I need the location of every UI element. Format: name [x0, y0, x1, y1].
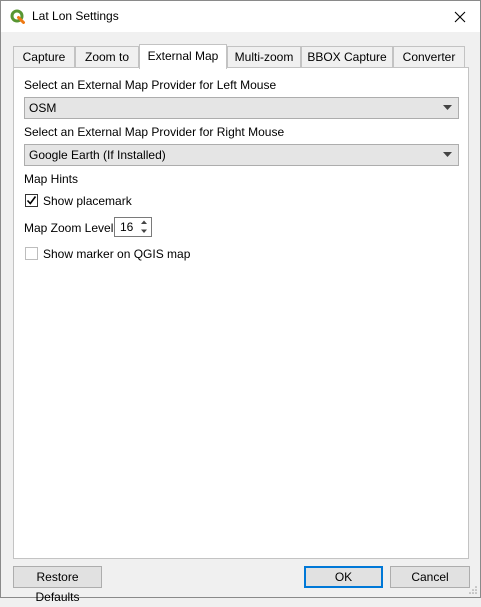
resize-grip-icon[interactable]: [468, 585, 478, 595]
left-provider-value: OSM: [29, 101, 57, 115]
show-placemark-label[interactable]: Show placemark: [43, 194, 132, 208]
checkmark-icon: [26, 196, 37, 205]
zoom-level-value: 16: [120, 220, 134, 234]
spin-down-icon[interactable]: [138, 227, 150, 236]
tab-capture[interactable]: Capture: [13, 46, 75, 68]
show-marker-checkbox[interactable]: [25, 247, 38, 260]
tab-zoom-to[interactable]: Zoom to: [75, 46, 139, 68]
tab-external-map[interactable]: External Map: [139, 44, 227, 69]
map-hints-label: Map Hints: [24, 172, 79, 186]
cancel-button[interactable]: Cancel: [390, 566, 470, 588]
qgis-icon: [10, 9, 25, 24]
right-provider-value: Google Earth (If Installed): [29, 148, 166, 162]
restore-defaults-button[interactable]: Restore Defaults: [13, 566, 102, 604]
close-icon: [454, 11, 466, 22]
chevron-down-icon: [443, 152, 452, 157]
tab-multi-zoom[interactable]: Multi-zoom: [227, 46, 301, 68]
chevron-down-icon: [443, 105, 452, 110]
spin-up-icon[interactable]: [138, 218, 150, 227]
right-provider-select[interactable]: Google Earth (If Installed): [24, 144, 459, 166]
settings-dialog: Lat Lon Settings Capture Zoom to Externa…: [0, 0, 481, 604]
window-title: Lat Lon Settings: [32, 9, 119, 23]
ok-button[interactable]: OK: [304, 566, 383, 588]
show-marker-label[interactable]: Show marker on QGIS map: [43, 247, 190, 261]
left-provider-select[interactable]: OSM: [24, 97, 459, 119]
external-map-panel: Select an External Map Provider for Left…: [13, 67, 469, 559]
left-provider-label: Select an External Map Provider for Left…: [24, 78, 277, 92]
zoom-level-spinbox[interactable]: 16: [114, 217, 152, 237]
title-bar[interactable]: Lat Lon Settings: [1, 1, 480, 32]
zoom-level-label: Map Zoom Level:: [24, 221, 117, 235]
right-provider-label: Select an External Map Provider for Righ…: [24, 125, 285, 139]
tab-converter[interactable]: Converter: [393, 46, 465, 68]
tab-bbox-capture[interactable]: BBOX Capture: [301, 46, 393, 68]
close-button[interactable]: [440, 1, 480, 32]
show-placemark-checkbox[interactable]: [25, 194, 38, 207]
